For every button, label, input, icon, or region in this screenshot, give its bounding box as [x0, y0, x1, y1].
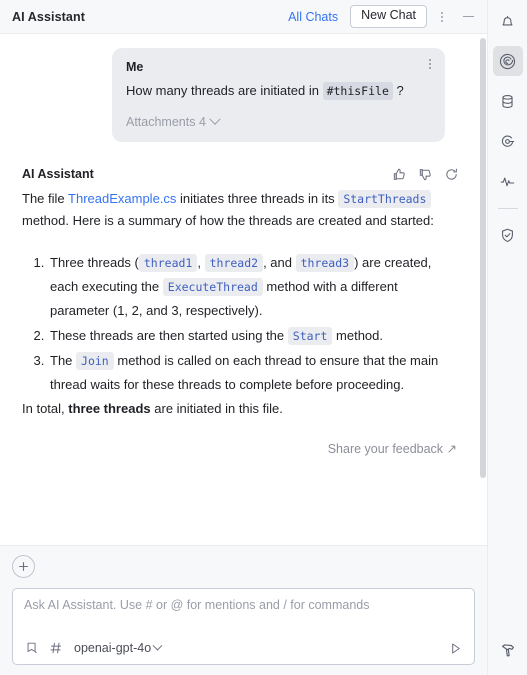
- right-tool-rail: [487, 0, 527, 675]
- assistant-intro-paragraph: The file ThreadExample.cs initiates thre…: [22, 188, 459, 232]
- code-span-start: Start: [287, 327, 333, 345]
- scrollbar-thumb[interactable]: [480, 38, 486, 478]
- step1-text-3: , and: [263, 255, 292, 270]
- ai-assistant-tool-window: AI Assistant All Chats New Chat Me How m…: [0, 0, 527, 675]
- step3-text-1: The: [50, 353, 73, 368]
- spiral-icon: [499, 53, 516, 69]
- send-icon: [451, 642, 460, 654]
- tool-window-header: AI Assistant All Chats New Chat: [0, 0, 487, 34]
- user-text-after: ?: [396, 83, 404, 98]
- regenerate-icon[interactable]: [443, 166, 459, 182]
- activity-icon: [500, 176, 515, 186]
- steps-list: Three threads (thread1, thread2, and thr…: [22, 251, 459, 397]
- assistant-message-header: AI Assistant: [22, 166, 459, 182]
- code-span-join: Join: [76, 352, 114, 370]
- send-button[interactable]: [447, 640, 463, 656]
- code-span-thread1: thread1: [138, 254, 198, 272]
- code-span-thread3: thread3: [295, 254, 355, 272]
- chevron-down-icon: [152, 640, 163, 651]
- sidebar-item-ai-assistant[interactable]: [492, 46, 523, 76]
- list-item: The Join method is called on each thread…: [48, 349, 459, 397]
- list-item: These threads are then started using the…: [48, 324, 459, 348]
- model-selector-label: openai-gpt-4o: [74, 641, 152, 655]
- assistant-message-body: The file ThreadExample.cs initiates thre…: [22, 188, 459, 460]
- prompt-input-container[interactable]: Ask AI Assistant. Use # or @ for mention…: [12, 588, 475, 665]
- source-file-link[interactable]: ThreadExample.cs: [68, 191, 176, 206]
- database-icon: [502, 94, 513, 108]
- hammer-icon: [501, 644, 514, 657]
- step1-text-2: ,: [197, 255, 201, 270]
- summary-text-after: are initiated in this file.: [154, 401, 283, 416]
- summary-text-before: In total,: [22, 401, 65, 416]
- plus-circle-icon: [19, 562, 28, 571]
- conversation-scrollbar[interactable]: [480, 38, 486, 533]
- assistant-message-actions: [391, 166, 459, 182]
- chevron-down-icon: [209, 113, 221, 125]
- user-message-bubble: Me How many threads are initiated in #th…: [112, 48, 445, 142]
- intro-text-2: initiates three threads in its: [180, 191, 335, 206]
- feedback-row: Share your feedback ↗: [22, 438, 459, 460]
- sidebar-item-notifications[interactable]: [493, 6, 523, 36]
- intro-text-1: The file: [22, 191, 65, 206]
- all-chats-link[interactable]: All Chats: [288, 10, 338, 24]
- summary-highlight: three threads: [68, 401, 151, 416]
- hash-icon[interactable]: [48, 640, 64, 656]
- message-author: AI Assistant: [22, 167, 94, 181]
- header-more-button[interactable]: [431, 6, 453, 28]
- list-item: Three threads (thread1, thread2, and thr…: [48, 251, 459, 323]
- kebab-menu-icon: [441, 11, 443, 22]
- composer-footer: openai-gpt-4o: [24, 640, 463, 656]
- step2-text-2: method.: [336, 328, 384, 343]
- code-span-method: StartThreads: [338, 190, 432, 208]
- bell-icon: [502, 15, 513, 25]
- composer: Ask AI Assistant. Use # or @ for mention…: [0, 545, 487, 675]
- rail-divider: [497, 208, 518, 209]
- page-title: AI Assistant: [12, 9, 85, 24]
- share-feedback-link[interactable]: Share your feedback ↗: [328, 442, 457, 456]
- message-author: Me: [126, 60, 144, 74]
- sidebar-item-profiler[interactable]: [493, 166, 523, 196]
- file-mention-chip[interactable]: #thisFile: [322, 82, 393, 100]
- thumbs-down-icon[interactable]: [417, 166, 433, 182]
- prompt-input[interactable]: Ask AI Assistant. Use # or @ for mention…: [24, 598, 463, 640]
- code-span-thread2: thread2: [204, 254, 264, 272]
- endpoints-icon: [501, 135, 515, 147]
- user-message-text: How many threads are initiated in #thisF…: [126, 81, 431, 101]
- chat-panel: AI Assistant All Chats New Chat Me How m…: [0, 0, 487, 675]
- sidebar-item-build[interactable]: [493, 635, 523, 665]
- shield-check-icon: [502, 228, 513, 242]
- sidebar-item-security[interactable]: [493, 220, 523, 250]
- attachments-toggle[interactable]: Attachments 4: [126, 113, 221, 129]
- code-span-executethread: ExecuteThread: [162, 278, 263, 296]
- minimize-icon: [462, 16, 474, 17]
- new-chat-button[interactable]: New Chat: [350, 5, 427, 28]
- thumbs-up-icon[interactable]: [391, 166, 407, 182]
- attach-context-icon[interactable]: [24, 640, 40, 656]
- add-context-button[interactable]: [12, 555, 35, 578]
- step2-text-1: These threads are then started using the: [50, 328, 285, 343]
- sidebar-item-endpoints[interactable]: [493, 126, 523, 156]
- attachments-label: Attachments 4: [126, 115, 206, 129]
- assistant-message: AI Assistant The file ThreadExample.cs i…: [22, 166, 465, 460]
- minimize-button[interactable]: [457, 6, 479, 28]
- user-text-before: How many threads are initiated in: [126, 83, 319, 98]
- conversation-scroll-area[interactable]: Me How many threads are initiated in #th…: [0, 34, 487, 545]
- model-selector[interactable]: openai-gpt-4o: [74, 640, 163, 655]
- step1-text-1: Three threads (: [50, 255, 139, 270]
- user-message-header: Me: [126, 59, 431, 74]
- user-message-more-button[interactable]: [429, 59, 431, 69]
- intro-text-3: method. Here is a summary of how the thr…: [22, 213, 434, 228]
- sidebar-item-database[interactable]: [493, 86, 523, 116]
- summary-paragraph: In total, three threads are initiated in…: [22, 398, 459, 420]
